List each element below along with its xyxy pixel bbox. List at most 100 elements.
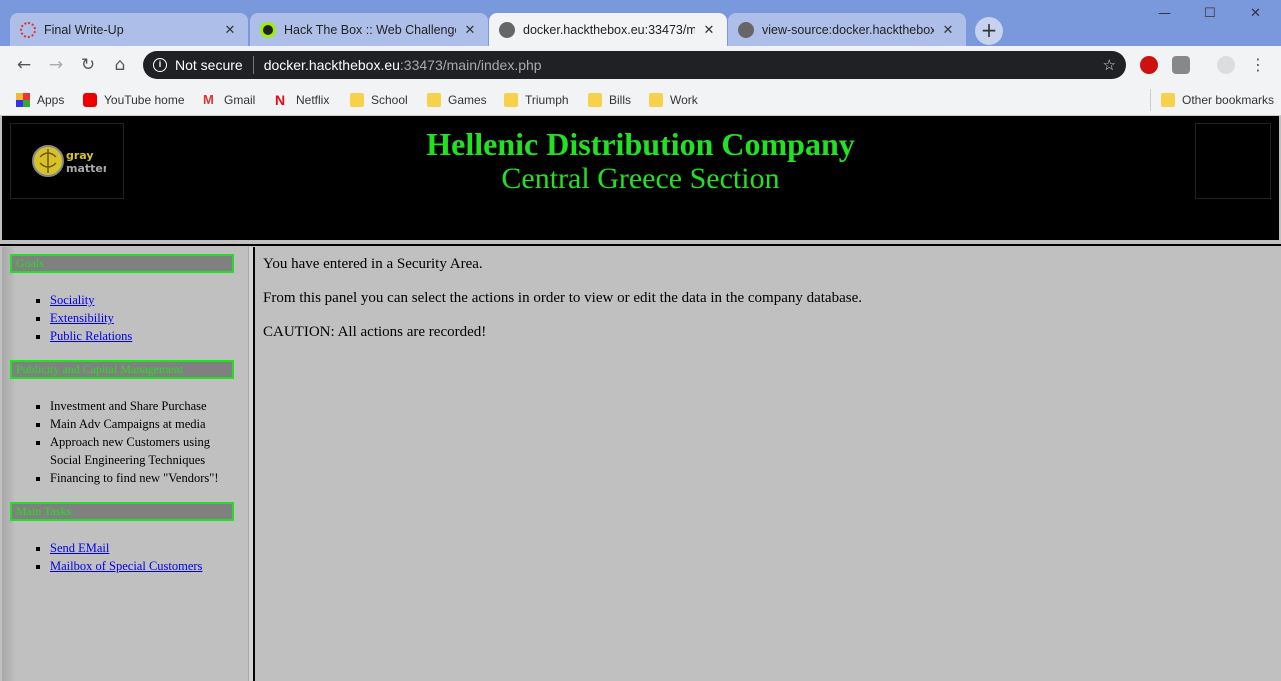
bookmark-games[interactable]: Games xyxy=(427,89,487,111)
section-header-publicity: Publicity and Capital Management xyxy=(10,360,234,379)
youtube-icon xyxy=(83,93,97,107)
tab-strip: Final Write-Up ✕ Hack The Box :: Web Cha… xyxy=(0,0,1281,46)
toolbar: ← → ↻ ⌂ i Not secure docker.hackthebox.e… xyxy=(0,46,1281,84)
globe-icon xyxy=(499,21,515,38)
bookmark-triumph[interactable]: Triumph xyxy=(504,89,569,111)
maximize-button[interactable]: ☐ xyxy=(1204,6,1216,21)
frame-divider xyxy=(253,247,255,681)
forward-icon[interactable]: → xyxy=(45,55,67,77)
bookmark-netflix[interactable]: N Netflix xyxy=(275,89,329,111)
list-item: Approach new Customers using Social Engi… xyxy=(50,433,240,469)
section-header-main-tasks: Main Tasks xyxy=(10,502,234,521)
site-header: gray matter Hellenic Distribution Compan… xyxy=(2,116,1279,240)
opera-extension-icon[interactable] xyxy=(1140,56,1158,74)
folder-icon xyxy=(350,93,364,107)
bookmark-school[interactable]: School xyxy=(350,89,408,111)
web-page: gray matter Hellenic Distribution Compan… xyxy=(0,116,1281,681)
page-subtitle: Central Greece Section xyxy=(501,162,780,195)
panel-description: From this panel you can select the actio… xyxy=(263,290,862,306)
list-item: Financing to find new "Vendors"! xyxy=(50,469,240,487)
close-icon[interactable]: ✕ xyxy=(940,22,956,38)
close-icon[interactable]: ✕ xyxy=(462,22,478,38)
tasks-list: Send EMail Mailbox of Special Customers xyxy=(50,539,202,575)
caution-notice: CAUTION: All actions are recorded! xyxy=(263,324,487,340)
list-item: Sociality xyxy=(50,291,132,309)
loading-icon xyxy=(20,21,36,38)
header-divider xyxy=(0,244,1281,246)
list-item: Extensibility xyxy=(50,309,132,327)
menu-icon[interactable]: ⋮ xyxy=(1247,55,1269,77)
section-header-goals: Goals xyxy=(10,254,234,273)
list-item: Mailbox of Special Customers xyxy=(50,557,202,575)
bookmark-label: YouTube home xyxy=(104,93,185,107)
netflix-icon: N xyxy=(275,92,286,108)
address-bar[interactable]: i Not secure docker.hackthebox.eu:33473/… xyxy=(143,51,1126,79)
security-notice: You have entered in a Security Area. xyxy=(263,256,483,272)
info-icon[interactable]: i xyxy=(153,58,167,72)
profile-avatar-icon[interactable] xyxy=(1217,56,1235,74)
globe-icon xyxy=(738,21,754,38)
folder-icon xyxy=(649,93,663,107)
bookmark-gmail[interactable]: M Gmail xyxy=(203,89,255,111)
bookmark-label: Games xyxy=(448,93,487,107)
link-public-relations[interactable]: Public Relations xyxy=(50,329,132,343)
security-label[interactable]: Not secure xyxy=(175,57,243,73)
reload-icon[interactable]: ↻ xyxy=(77,55,99,77)
link-extensibility[interactable]: Extensibility xyxy=(50,311,114,325)
tab-title: Hack The Box :: Web Challenges xyxy=(284,22,456,37)
url-path: :33473/main/index.php xyxy=(399,57,542,73)
bookmark-bills[interactable]: Bills xyxy=(588,89,631,111)
close-window-button[interactable]: ✕ xyxy=(1250,6,1261,21)
list-item: Main Adv Campaigns at media xyxy=(50,415,240,433)
bookmark-label: Netflix xyxy=(296,93,330,107)
bookmarks-bar: Apps YouTube home M Gmail N Netflix Scho… xyxy=(0,84,1281,116)
bookmark-label: School xyxy=(371,93,408,107)
bookmark-label: Gmail xyxy=(224,93,256,107)
link-mailbox-special-customers[interactable]: Mailbox of Special Customers xyxy=(50,559,202,573)
folder-icon xyxy=(1161,93,1175,107)
link-sociality[interactable]: Sociality xyxy=(50,293,94,307)
tab-title: view-source:docker.hackthebox.e xyxy=(762,22,934,37)
tab-docker-main[interactable]: docker.hackthebox.eu:33473/ma ✕ xyxy=(489,13,727,46)
star-icon[interactable]: ☆ xyxy=(1103,56,1116,74)
new-tab-button[interactable]: + xyxy=(975,17,1003,45)
bookmark-label: Other bookmarks xyxy=(1182,93,1275,107)
folder-icon xyxy=(427,93,441,107)
publicity-list: Investment and Share Purchase Main Adv C… xyxy=(50,397,240,487)
url-host: docker.hackthebox.eu xyxy=(263,57,400,73)
tab-hack-the-box[interactable]: Hack The Box :: Web Challenges ✕ xyxy=(250,13,488,46)
bookmark-other[interactable]: Other bookmarks xyxy=(1150,89,1274,111)
close-icon[interactable]: ✕ xyxy=(701,22,717,38)
page-title: Hellenic Distribution Company xyxy=(426,126,855,162)
browser-chrome: Final Write-Up ✕ Hack The Box :: Web Cha… xyxy=(0,0,1281,116)
goals-list: Sociality Extensibility Public Relations xyxy=(50,291,132,345)
sidebar: Goals Sociality Extensibility Public Rel… xyxy=(2,247,248,681)
bookmark-label: Apps xyxy=(37,93,65,107)
tab-title: Final Write-Up xyxy=(44,22,124,37)
bookmark-label: Work xyxy=(670,93,698,107)
apps-grid-icon xyxy=(16,93,30,107)
link-send-email[interactable]: Send EMail xyxy=(50,541,109,555)
bookmark-label: Triumph xyxy=(525,93,569,107)
tab-title: docker.hackthebox.eu:33473/ma xyxy=(523,22,695,37)
bookmark-label: Bills xyxy=(609,93,632,107)
tab-view-source[interactable]: view-source:docker.hackthebox.e ✕ xyxy=(728,13,966,46)
home-icon[interactable]: ⌂ xyxy=(109,55,131,77)
bookmark-apps[interactable]: Apps xyxy=(16,89,64,111)
folder-icon xyxy=(504,93,518,107)
htb-icon xyxy=(260,21,276,38)
gmail-icon: M xyxy=(203,92,214,107)
bookmark-youtube[interactable]: YouTube home xyxy=(83,89,185,111)
minimize-button[interactable]: — xyxy=(1158,6,1171,21)
divider xyxy=(252,56,254,74)
close-icon[interactable]: ✕ xyxy=(222,22,238,38)
list-item: Public Relations xyxy=(50,327,132,345)
bookmark-work[interactable]: Work xyxy=(649,89,698,111)
folder-icon xyxy=(588,93,602,107)
list-item: Send EMail xyxy=(50,539,202,557)
back-icon[interactable]: ← xyxy=(13,55,35,77)
main-content: You have entered in a Security Area. Fro… xyxy=(263,255,862,357)
extension-icon[interactable] xyxy=(1172,56,1190,74)
list-item: Investment and Share Purchase xyxy=(50,397,240,415)
tab-final-write-up[interactable]: Final Write-Up ✕ xyxy=(10,13,248,46)
